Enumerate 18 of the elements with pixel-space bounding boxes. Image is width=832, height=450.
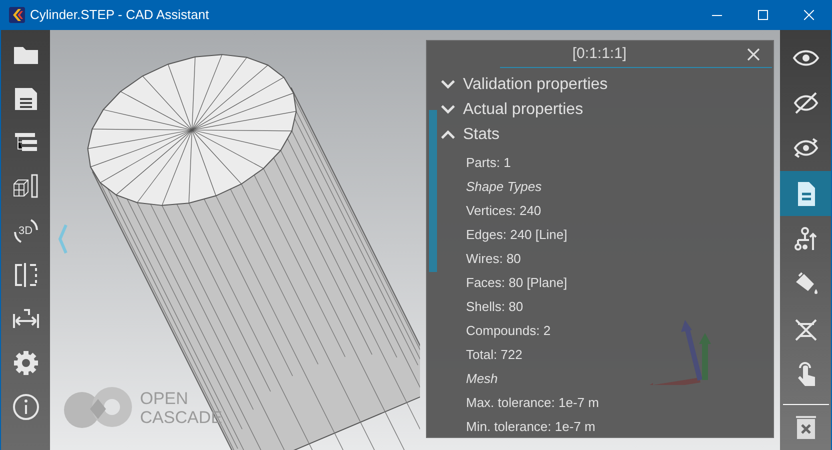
section-header[interactable]: Validation properties <box>440 72 608 97</box>
stats-line: Max. tolerance: 1e-7 m <box>466 394 600 412</box>
window-title: Cylinder.STEP - CAD Assistant <box>30 6 209 24</box>
panel-title: [0:1:1:1] <box>572 44 627 64</box>
section-header[interactable]: Actual properties <box>440 97 608 122</box>
stats-line: Min. tolerance: 1e-7 m <box>466 418 596 436</box>
stats-line: Faces: 80 [Plane] <box>466 274 568 292</box>
logo-text: OPEN <box>140 389 190 408</box>
stats-heading: Mesh <box>466 370 499 388</box>
stats-line: Parts: 1 <box>466 154 512 172</box>
stats-line: Vertices: 240 <box>466 202 542 220</box>
stats-line: Compounds: 2 <box>466 322 552 340</box>
stats-line: Edges: 240 [Line] <box>466 226 568 244</box>
stats-line: Shells: 80 <box>466 298 524 316</box>
stats-line: Total: 722 <box>466 346 524 364</box>
section-header[interactable]: Stats <box>440 122 608 147</box>
stats-line: Wires: 80 <box>466 250 522 268</box>
stats-heading: Shape Types <box>466 178 543 196</box>
